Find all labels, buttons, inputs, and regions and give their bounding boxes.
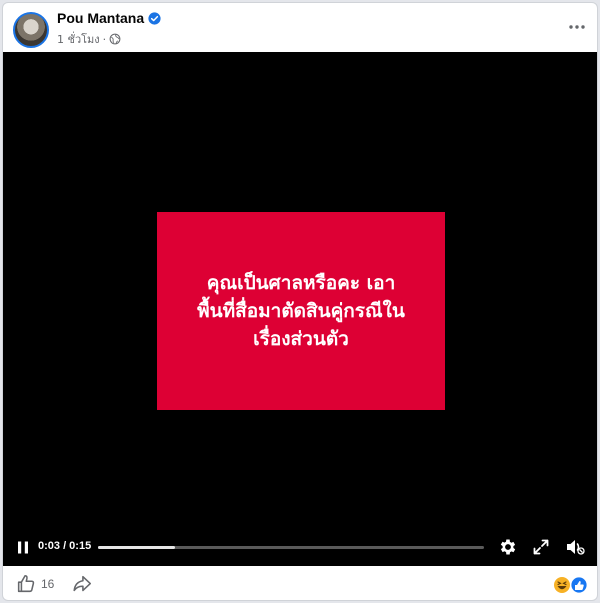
share-button[interactable] [71,573,93,595]
progress-fill [98,546,176,549]
post-meta: 1 ชั่วโมง · [57,30,121,48]
like-button[interactable] [15,573,37,595]
video-player[interactable]: คุณเป็นศาลหรือคะ เอา พื้นที่สื่อมาตัดสิน… [3,52,597,566]
globe-icon [109,33,121,45]
video-text-card: คุณเป็นศาลหรือคะ เอา พื้นที่สื่อมาตัดสิน… [157,212,445,410]
video-post: Pou Mantana 1 ชั่วโมง · คุณเป็นศาลหรือคะ… [2,2,598,601]
video-controls: 0:03 / 0:15 [3,535,597,561]
like-reaction-icon [570,576,588,594]
fullscreen-button[interactable] [529,535,553,559]
post-timestamp[interactable]: 1 ชั่วโมง [57,30,100,48]
expand-icon [533,539,549,555]
more-options-button[interactable] [565,15,589,39]
more-dots-icon [569,25,585,29]
post-footer: 16 [3,566,597,600]
avatar[interactable] [13,12,49,48]
author-name-row: Pou Mantana [57,10,161,26]
pause-icon [18,541,28,553]
meta-separator: · [102,32,107,46]
volume-icon [567,540,585,555]
video-overlay-text: คุณเป็นศาลหรือคะ เอา พื้นที่สื่อมาตัดสิน… [197,272,405,350]
verified-badge-icon [148,11,161,25]
author-name[interactable]: Pou Mantana [57,10,144,26]
like-count[interactable]: 16 [41,577,54,591]
post-header: Pou Mantana 1 ชั่วโมง · [3,3,597,51]
time-display: 0:03 / 0:15 [38,540,92,552]
progress-bar[interactable] [98,546,484,549]
gear-icon [500,539,516,555]
mute-button[interactable] [563,535,587,559]
reactions-summary[interactable] [553,576,589,594]
haha-icon [554,577,570,593]
pause-button[interactable] [11,535,35,559]
settings-button[interactable] [496,535,520,559]
